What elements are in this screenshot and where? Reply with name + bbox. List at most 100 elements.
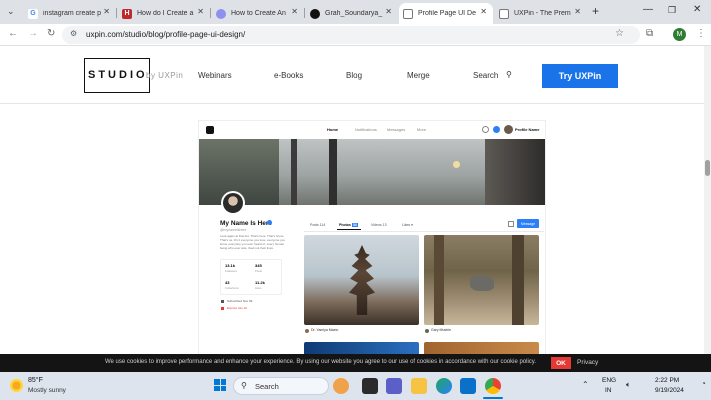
- mock-avatar: [504, 125, 513, 134]
- address-bar[interactable]: ⚙ uxpin.com/studio/blog/profile-page-ui-…: [62, 26, 640, 44]
- verified-icon: [267, 220, 272, 225]
- menu-icon[interactable]: ⋮: [696, 28, 706, 39]
- profile-bio: Look again at that dot. That's here. Tha…: [220, 234, 285, 250]
- forward-icon[interactable]: →: [28, 28, 38, 39]
- windows-start-icon[interactable]: [214, 379, 226, 391]
- stat-value: 13.1k: [225, 263, 236, 268]
- extensions-icon[interactable]: ⧉: [646, 28, 653, 39]
- close-icon[interactable]: ✕: [103, 7, 110, 16]
- language[interactable]: ENG: [602, 377, 616, 384]
- scrollbar-thumb[interactable]: [705, 160, 710, 176]
- notifications-icon[interactable]: ◔: [701, 379, 706, 388]
- mock-user-short: Profile Name: [515, 127, 540, 132]
- cover-pillar: [291, 139, 297, 205]
- author-avatar: [425, 329, 429, 333]
- tray-chevron-icon[interactable]: ⌃: [582, 380, 589, 389]
- weather-sun-icon[interactable]: [10, 379, 23, 392]
- stat-value: 345: [255, 263, 262, 268]
- maximize-icon[interactable]: ❐: [668, 5, 676, 16]
- clock-time[interactable]: 2:22 PM: [655, 377, 679, 384]
- photo-ocean: [304, 342, 419, 354]
- photo-desert: [424, 342, 539, 354]
- logo[interactable]: STUDIO: [88, 69, 148, 81]
- cookie-privacy-link[interactable]: Privacy: [577, 359, 598, 366]
- vscode-icon[interactable]: [460, 378, 476, 394]
- photo-pagoda: [304, 235, 419, 325]
- new-tab-icon[interactable]: +: [592, 4, 599, 18]
- grid-view-icon: [508, 221, 514, 227]
- close-icon[interactable]: ✕: [385, 7, 392, 16]
- github-icon: [310, 8, 320, 19]
- mock-tab-photos: Photos 34: [339, 223, 358, 227]
- tab-1[interactable]: G instagram create p ✕: [24, 3, 116, 24]
- try-uxpin-button[interactable]: Try UXPin: [542, 64, 618, 88]
- tab-6[interactable]: UXPin - The Prem ✕: [495, 3, 587, 24]
- expires-badge: Expires Jan 10: [227, 306, 247, 310]
- volume-icon[interactable]: 🔈︎: [626, 380, 631, 390]
- edge-icon[interactable]: [436, 378, 452, 394]
- search-icon: ⚲: [241, 381, 247, 390]
- tab-2[interactable]: H How do I Create a ✕: [118, 3, 210, 24]
- profile-page-mockup-image: Home Notifications Messages More Profile…: [199, 121, 545, 354]
- tab-search-icon[interactable]: ⌄: [7, 6, 15, 17]
- tab-title: Profile Page UI De: [418, 10, 476, 17]
- page-favicon-icon: [499, 8, 509, 19]
- menu-search[interactable]: Search: [473, 71, 498, 80]
- temperature[interactable]: 85°F: [28, 377, 43, 384]
- cover-lamp: [453, 161, 460, 168]
- close-icon[interactable]: ✕: [291, 7, 298, 16]
- menu-blog[interactable]: Blog: [346, 71, 362, 80]
- site-favicon-icon: H: [122, 8, 132, 19]
- mock-logo-icon: [206, 126, 214, 134]
- search-icon[interactable]: ⚲: [506, 70, 512, 79]
- menu-merge[interactable]: Merge: [407, 71, 430, 80]
- close-icon[interactable]: ✕: [574, 7, 581, 16]
- cover-pillar: [329, 139, 337, 205]
- file-explorer-icon[interactable]: [411, 378, 427, 394]
- tab-4[interactable]: Grah_Soundarya_ ✕: [306, 3, 398, 24]
- mock-nav-notifications: Notifications: [355, 127, 377, 132]
- stat-value: 43: [225, 280, 230, 285]
- cookie-banner: We use cookies to improve performance an…: [0, 354, 711, 372]
- mock-nav-home: Home: [327, 127, 339, 132]
- mock-notification-icon: [493, 126, 500, 133]
- chrome-icon[interactable]: [485, 378, 501, 394]
- site-settings-icon[interactable]: ⚙: [70, 29, 77, 38]
- region[interactable]: IN: [605, 387, 612, 394]
- menu-webinars[interactable]: Webinars: [198, 71, 232, 80]
- google-icon: G: [28, 8, 38, 19]
- close-window-icon[interactable]: ✕: [693, 4, 701, 15]
- minimize-icon[interactable]: —: [643, 4, 653, 15]
- tab-3[interactable]: How to Create An ✕: [212, 3, 304, 24]
- active-tab-underline: [337, 229, 361, 230]
- tab-5-active[interactable]: Profile Page UI De ✕: [399, 3, 493, 24]
- tree-trunk: [512, 235, 524, 325]
- task-view-icon[interactable]: [362, 378, 378, 394]
- scrollbar[interactable]: [704, 46, 711, 354]
- cookie-ok-button[interactable]: OK: [551, 357, 571, 369]
- profile-avatar: [223, 193, 243, 213]
- site-favicon-icon: [216, 8, 226, 19]
- taskbar-search-box[interactable]: ⚲ Search: [233, 377, 329, 395]
- mock-nav: Home Notifications Messages More Profile…: [199, 121, 545, 139]
- profile-avatar[interactable]: M: [673, 28, 686, 41]
- stat-label: Followers: [225, 269, 237, 273]
- site-header: STUDIO by UXPin Webinars e-Books Blog Me…: [0, 47, 711, 104]
- author-avatar: [305, 329, 309, 333]
- mock-tab-posts: Posts 114: [310, 223, 326, 227]
- close-icon[interactable]: ✕: [480, 7, 487, 16]
- weather-text[interactable]: Mostly sunny: [28, 387, 66, 394]
- profile-handle: @mynameishere: [220, 228, 247, 232]
- back-icon[interactable]: ←: [8, 28, 18, 39]
- close-icon[interactable]: ✕: [197, 7, 204, 16]
- tab-strip: ⌄ G instagram create p ✕ H How do I Crea…: [0, 0, 711, 24]
- mock-search-icon: [482, 126, 489, 133]
- menu-ebooks[interactable]: e-Books: [274, 71, 303, 80]
- reload-icon[interactable]: ↻: [47, 28, 55, 39]
- page-favicon-icon: [403, 8, 413, 19]
- copilot-icon[interactable]: [333, 378, 349, 394]
- bookmark-star-icon[interactable]: ☆: [615, 28, 624, 39]
- clock-date[interactable]: 9/19/2024: [655, 387, 684, 394]
- teams-icon[interactable]: [386, 378, 402, 394]
- mock-message-button: Message: [517, 219, 539, 228]
